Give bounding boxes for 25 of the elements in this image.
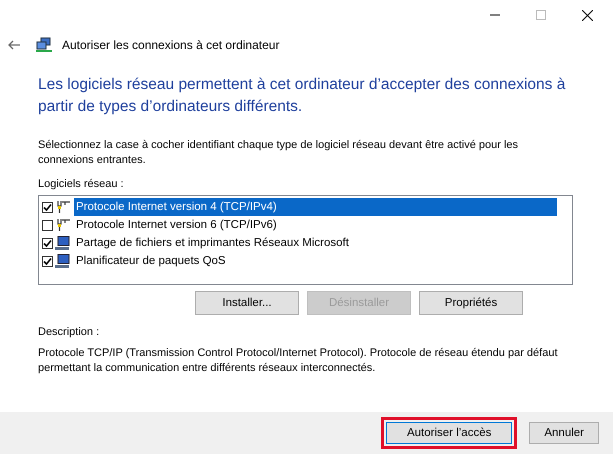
- network-cable-icon: [55, 218, 71, 232]
- list-item[interactable]: Partage de fichiers et imprimantes Réseaux Microsoft: [74, 234, 571, 252]
- list-label: Logiciels réseau :: [38, 177, 125, 192]
- network-computers-icon: [36, 37, 52, 53]
- dialog-button[interactable]: Autoriser l’accès: [386, 422, 512, 444]
- back-icon[interactable]: [8, 40, 20, 50]
- network-cable-icon: [55, 200, 71, 214]
- dialog-button[interactable]: Annuler: [529, 422, 599, 444]
- description-label: Description :: [38, 325, 100, 340]
- list-item[interactable]: Planificateur de paquets QoS: [74, 252, 571, 270]
- action-button[interactable]: Propriétés: [419, 291, 523, 315]
- action-button[interactable]: Installer...: [195, 291, 299, 315]
- list-item[interactable]: Protocole Internet version 6 (TCP/IPv6): [74, 216, 571, 234]
- window-title: Autoriser les connexions à cet ordinateur: [62, 38, 280, 52]
- checkbox[interactable]: [42, 238, 53, 248]
- checkbox[interactable]: [42, 220, 53, 230]
- description-text: Protocole TCP/IP (Transmission Control Protocol/Internet Protocol). Protocole de réseau étendu par défaut permettant la communication entre différents réseaux interconnectés.: [38, 346, 559, 376]
- computer-icon: [55, 236, 71, 250]
- close-icon[interactable]: [582, 10, 593, 20]
- list-item[interactable]: Protocole Internet version 4 (TCP/IPv4): [74, 198, 557, 216]
- checkbox[interactable]: [42, 202, 53, 212]
- instruction-text: Sélectionnez la case à cocher identifiant chaque type de logiciel réseau devant être activé pour les connexions entrantes.: [38, 138, 520, 168]
- computer-icon: [55, 254, 71, 268]
- checkbox[interactable]: [42, 256, 53, 266]
- heading: Les logiciels réseau permettent à cet ordinateur d’accepter des connexions à partir de types d’ordinateurs différents.: [38, 75, 566, 117]
